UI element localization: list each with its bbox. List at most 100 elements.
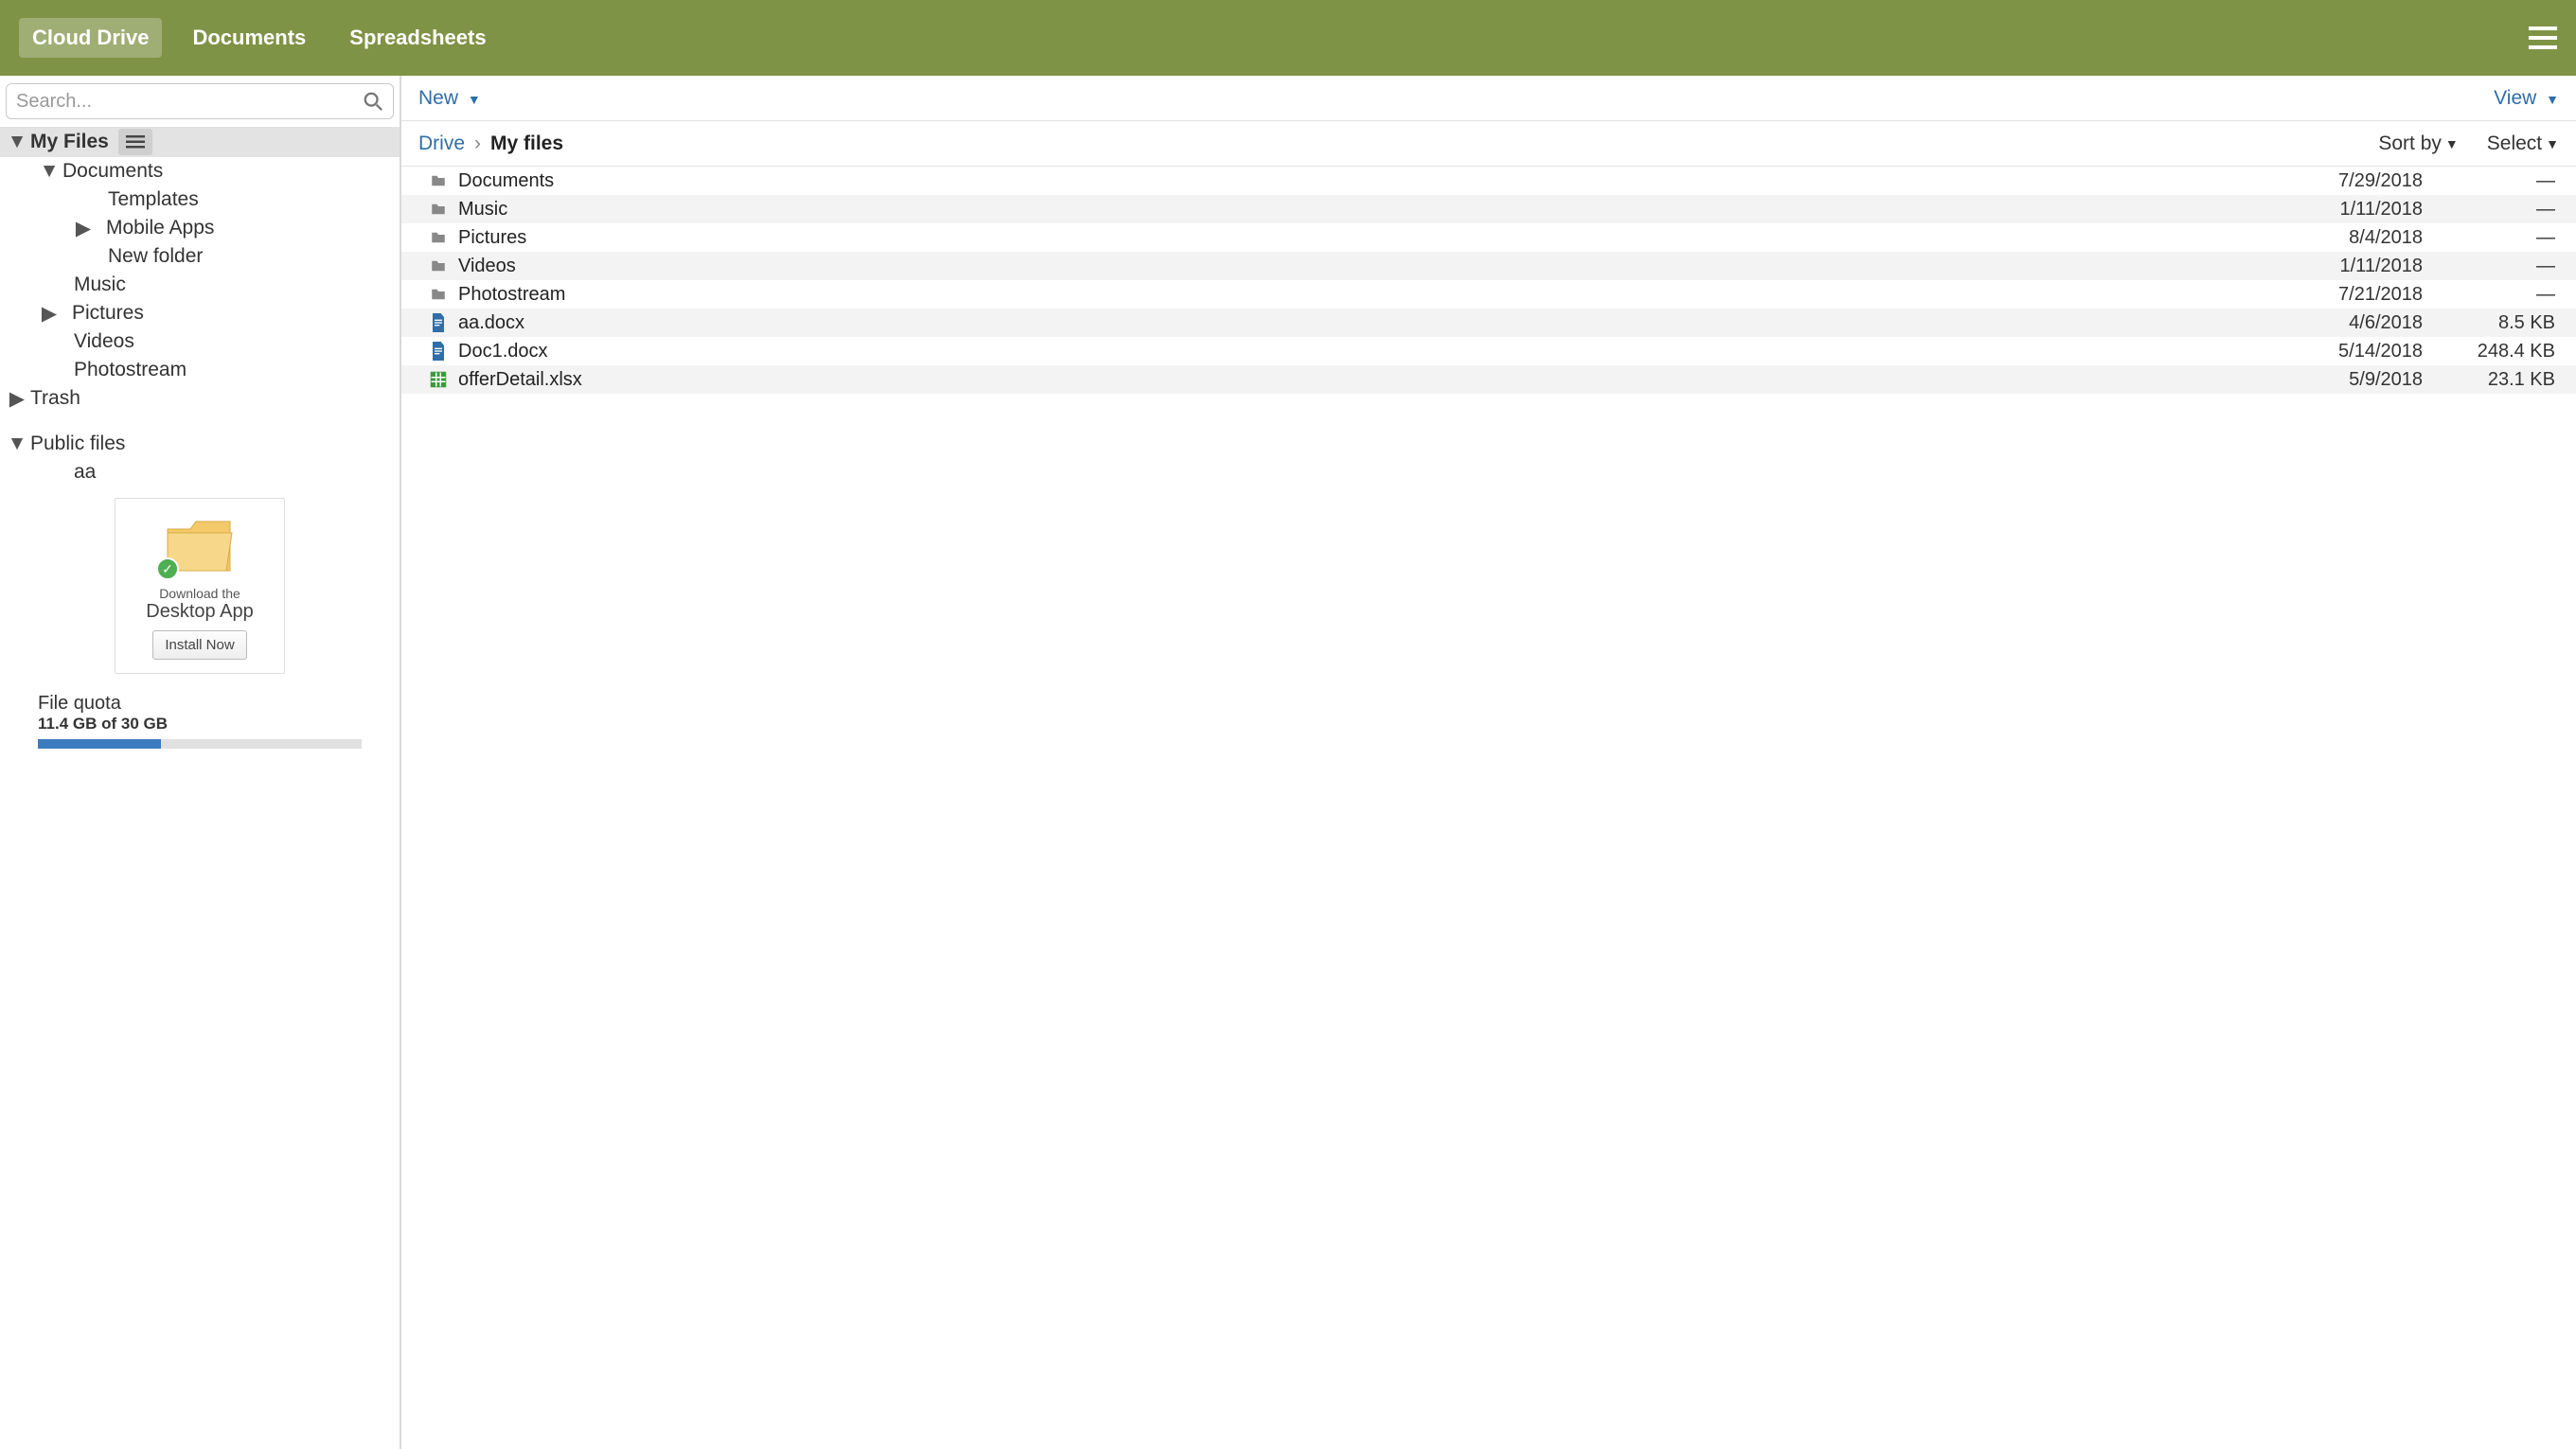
tab-documents[interactable]: Documents xyxy=(179,18,319,58)
caret-down-icon: ▼ xyxy=(6,433,28,455)
folder-tree: ▼ My Files ▼ Documents Templates ▶ Mobil… xyxy=(0,127,400,762)
file-row[interactable]: Photostream7/21/2018— xyxy=(401,280,2576,309)
file-date: 8/4/2018 xyxy=(2275,227,2426,249)
file-size: 23.1 KB xyxy=(2426,369,2559,391)
quota-value: 11.4 GB of 30 GB xyxy=(38,715,362,733)
tree-item-aa[interactable]: aa xyxy=(0,458,400,486)
file-date: 4/6/2018 xyxy=(2275,312,2426,334)
tree-label: Documents xyxy=(61,160,163,183)
main: ▼ My Files ▼ Documents Templates ▶ Mobil… xyxy=(0,76,2576,1449)
file-row[interactable]: Pictures8/4/2018— xyxy=(401,223,2576,252)
tree-item-pictures[interactable]: ▶ Pictures xyxy=(0,299,400,327)
sort-by-label: Sort by xyxy=(2378,133,2442,155)
topbar: Cloud Drive Documents Spreadsheets xyxy=(0,0,2576,76)
file-name: offerDetail.xlsx xyxy=(458,369,2275,391)
caret-right-icon: ▶ xyxy=(6,387,28,411)
list-header-right: Sort by ▼ Select ▼ xyxy=(2378,133,2559,155)
check-icon: ✓ xyxy=(156,557,179,580)
view-label: View xyxy=(2494,87,2536,109)
tree-item-photostream[interactable]: Photostream xyxy=(0,356,400,384)
quota-label: File quota xyxy=(38,693,362,715)
folder-icon xyxy=(418,286,458,303)
file-name: Photostream xyxy=(458,284,2275,306)
tree-label: Mobile Apps xyxy=(95,217,214,239)
tree-root-my-files[interactable]: ▼ My Files xyxy=(0,127,400,157)
hamburger-menu-button[interactable] xyxy=(2529,27,2557,49)
breadcrumb: Drive › My files xyxy=(418,133,563,155)
file-row[interactable]: offerDetail.xlsx5/9/201823.1 KB xyxy=(401,365,2576,394)
search-icon[interactable] xyxy=(363,91,383,112)
tree-item-templates[interactable]: Templates xyxy=(0,186,400,214)
search-wrap xyxy=(0,76,400,127)
new-label: New xyxy=(418,87,458,109)
tree-context-menu-button[interactable] xyxy=(118,129,152,155)
tree-label: Photostream xyxy=(72,359,187,381)
toolbar-left: New ▼ xyxy=(418,87,481,110)
view-button[interactable]: View ▼ xyxy=(2494,87,2559,110)
topbar-tabs: Cloud Drive Documents Spreadsheets xyxy=(19,18,500,58)
folder-icon xyxy=(418,229,458,246)
breadcrumb-root[interactable]: Drive xyxy=(418,133,465,155)
tab-cloud-drive[interactable]: Cloud Drive xyxy=(19,18,162,58)
hamburger-icon xyxy=(2529,27,2557,49)
toolbar-right: View ▼ xyxy=(2494,87,2559,110)
file-size: 8.5 KB xyxy=(2426,312,2559,334)
menu-icon xyxy=(126,135,145,149)
file-row[interactable]: Doc1.docx5/14/2018248.4 KB xyxy=(401,337,2576,365)
folder-icon xyxy=(418,257,458,274)
tree-label: Pictures xyxy=(61,302,144,325)
file-row[interactable]: aa.docx4/6/20188.5 KB xyxy=(401,309,2576,337)
tree-label: Music xyxy=(72,274,126,296)
caret-down-icon: ▼ xyxy=(6,131,28,153)
file-row[interactable]: Videos1/11/2018— xyxy=(401,252,2576,280)
tree-item-mobile-apps[interactable]: ▶ Mobile Apps xyxy=(0,214,400,242)
file-date: 1/11/2018 xyxy=(2275,256,2426,277)
tab-spreadsheets[interactable]: Spreadsheets xyxy=(336,18,499,58)
select-button[interactable]: Select ▼ xyxy=(2487,133,2559,155)
caret-down-icon: ▼ xyxy=(2546,136,2559,151)
tree-root-trash[interactable]: ▶ Trash xyxy=(0,384,400,413)
tree-label: Trash xyxy=(28,387,80,410)
file-size: 248.4 KB xyxy=(2426,341,2559,362)
list-header: Drive › My files Sort by ▼ Select ▼ xyxy=(401,121,2576,167)
folder-icon xyxy=(418,201,458,218)
toolbar: New ▼ View ▼ xyxy=(401,76,2576,121)
tree-item-new-folder[interactable]: New folder xyxy=(0,242,400,271)
new-button[interactable]: New ▼ xyxy=(418,87,481,110)
caret-down-icon: ▼ xyxy=(2445,136,2459,151)
file-date: 1/11/2018 xyxy=(2275,199,2426,221)
sheet-icon xyxy=(418,371,458,388)
sidebar: ▼ My Files ▼ Documents Templates ▶ Mobil… xyxy=(0,76,401,1449)
file-list[interactable]: Documents7/29/2018—Music1/11/2018—Pictur… xyxy=(401,167,2576,1449)
tree-label: My Files xyxy=(28,131,109,153)
file-date: 5/9/2018 xyxy=(2275,369,2426,391)
file-row[interactable]: Music1/11/2018— xyxy=(401,195,2576,223)
promo-line1: Download the xyxy=(125,586,275,601)
file-size: — xyxy=(2426,170,2559,192)
search-box[interactable] xyxy=(6,83,394,119)
promo-image: ✓ xyxy=(162,512,238,578)
file-size: — xyxy=(2426,284,2559,306)
promo-line2: Desktop App xyxy=(125,601,275,623)
sort-by-button[interactable]: Sort by ▼ xyxy=(2378,133,2458,155)
caret-down-icon: ▼ xyxy=(38,160,61,183)
tree-scroll[interactable]: ▼ My Files ▼ Documents Templates ▶ Mobil… xyxy=(0,127,400,1449)
desktop-app-promo: ✓ Download the Desktop App Install Now xyxy=(115,498,285,674)
install-now-button[interactable]: Install Now xyxy=(152,630,246,660)
tree-label: aa xyxy=(72,461,96,484)
caret-right-icon: ▶ xyxy=(72,217,95,240)
tree-label: New folder xyxy=(106,245,203,268)
tree-label: Public files xyxy=(28,433,125,455)
tree-item-music[interactable]: Music xyxy=(0,271,400,299)
chevron-right-icon: › xyxy=(474,133,481,155)
search-input[interactable] xyxy=(16,91,363,113)
file-name: Documents xyxy=(458,170,2275,192)
tree-root-public-files[interactable]: ▼ Public files xyxy=(0,430,400,458)
breadcrumb-current: My files xyxy=(490,133,563,155)
quota-fill xyxy=(38,739,161,749)
file-size: — xyxy=(2426,227,2559,249)
tree-item-documents[interactable]: ▼ Documents xyxy=(0,157,400,186)
file-name: Doc1.docx xyxy=(458,341,2275,362)
tree-item-videos[interactable]: Videos xyxy=(0,327,400,356)
file-row[interactable]: Documents7/29/2018— xyxy=(401,167,2576,195)
